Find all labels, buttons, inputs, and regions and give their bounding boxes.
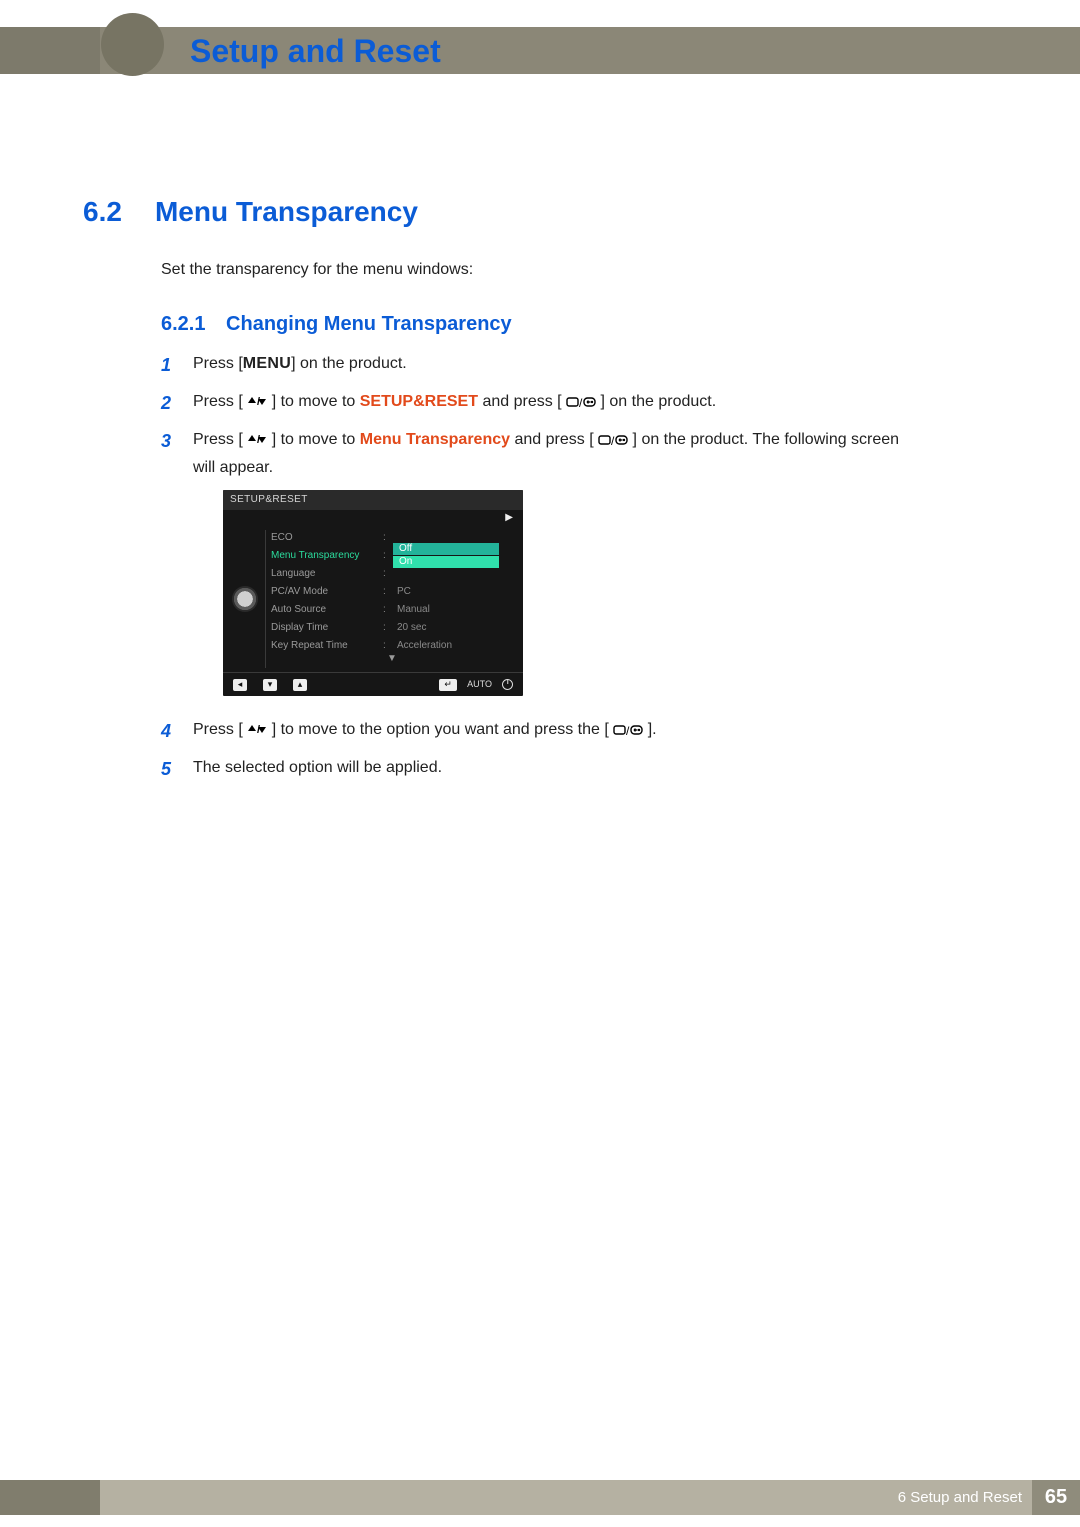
subsection-heading: 6.2.1 Changing Menu Transparency <box>161 313 512 336</box>
up-down-arrows-icon: / <box>247 391 267 416</box>
svg-text:/: / <box>257 396 260 407</box>
osd-option-on: On <box>393 556 499 568</box>
osd-value: PC <box>391 584 411 600</box>
step-3: 3 Press [ / ] to move to Menu Transparen… <box>161 428 921 709</box>
svg-text:/: / <box>626 724 630 737</box>
osd-label: ECO <box>271 530 383 546</box>
osd-row-keyrepeat: Key Repeat Time : Acceleration <box>271 636 513 654</box>
step-text: Press [MENU] on the product. <box>193 352 921 377</box>
step-number: 3 <box>161 428 175 456</box>
chapter-circle-icon <box>101 13 164 76</box>
osd-select-popup: Off On <box>393 543 499 568</box>
svg-text:/: / <box>257 724 260 735</box>
footer-auto-label: AUTO <box>467 678 492 692</box>
step-text: Press [ / ] to move to the option you wa… <box>193 718 921 746</box>
footer-up-icon: ▴ <box>293 679 307 691</box>
step-1: 1 Press [MENU] on the product. <box>161 352 921 380</box>
osd-row-displaytime: Display Time : 20 sec <box>271 618 513 636</box>
osd-body: ECO : Menu Transparency : Off On <box>223 526 523 672</box>
header-band-left <box>0 27 100 74</box>
up-down-arrows-icon: / <box>247 429 267 454</box>
osd-label: Language <box>271 566 383 582</box>
svg-text:/: / <box>257 434 260 445</box>
osd-option-off: Off <box>393 543 499 555</box>
section-title: Menu Transparency <box>155 196 418 228</box>
svg-text:/: / <box>611 434 615 447</box>
osd-label: Menu Transparency <box>271 548 383 564</box>
osd-label: Auto Source <box>271 602 383 618</box>
osd-figure: SETUP&RESET ▶ ECO : Menu Transparency : <box>223 490 921 696</box>
osd-label: PC/AV Mode <box>271 584 383 600</box>
section-number: 6.2 <box>83 196 122 228</box>
step-2: 2 Press [ / ] to move to SETUP&RESET and… <box>161 390 921 418</box>
subsection-number: 6.2.1 <box>161 313 205 335</box>
osd-label: Display Time <box>271 620 383 636</box>
gear-icon <box>232 586 258 612</box>
step-number: 5 <box>161 756 175 784</box>
menu-button-label: MENU <box>243 355 291 372</box>
chevron-down-icon: ▼ <box>271 654 513 666</box>
footer-block-mid: 6 Setup and Reset <box>100 1480 1032 1515</box>
up-down-arrows-icon: / <box>247 719 267 744</box>
osd-value: 20 sec <box>391 620 426 636</box>
source-enter-icon: / <box>566 393 596 418</box>
step-text: Press [ / ] to move to Menu Transparency… <box>193 428 921 709</box>
step-text: The selected option will be applied. <box>193 756 921 781</box>
footer-down-icon: ▾ <box>263 679 277 691</box>
subsection-title: Changing Menu Transparency <box>226 313 512 335</box>
steps-list: 1 Press [MENU] on the product. 2 Press [… <box>161 352 921 794</box>
step-number: 1 <box>161 352 175 380</box>
step-number: 2 <box>161 390 175 418</box>
footer-block-left <box>0 1480 100 1515</box>
footer-chapter: 6 Setup and Reset <box>898 1489 1022 1506</box>
source-enter-icon: / <box>613 721 643 746</box>
page-title: Setup and Reset <box>190 33 441 70</box>
osd-row-autosource: Auto Source : Manual <box>271 600 513 618</box>
osd-label: Key Repeat Time <box>271 638 383 654</box>
osd-panel: SETUP&RESET ▶ ECO : Menu Transparency : <box>223 490 523 696</box>
osd-value: Manual <box>391 602 430 618</box>
svg-text:/: / <box>579 396 583 409</box>
osd-footer: ◂ ▾ ▴ ↵ AUTO <box>223 672 523 696</box>
step-5: 5 The selected option will be applied. <box>161 756 921 784</box>
page-number: 65 <box>1032 1480 1080 1515</box>
page-footer: 6 Setup and Reset 65 <box>0 1480 1080 1515</box>
footer-left-icon: ◂ <box>233 679 247 691</box>
osd-row-pcav: PC/AV Mode : PC <box>271 582 513 600</box>
step-number: 4 <box>161 718 175 746</box>
section-heading: 6.2 Menu Transparency <box>83 196 418 228</box>
osd-separator <box>265 530 266 668</box>
source-enter-icon: / <box>598 431 628 456</box>
step-text: Press [ / ] to move to SETUP&RESET and p… <box>193 390 921 418</box>
osd-value: Acceleration <box>391 638 452 654</box>
step-4: 4 Press [ / ] to move to the option you … <box>161 718 921 746</box>
osd-row-menu-transparency: Menu Transparency : Off On <box>271 546 513 564</box>
dest-menu-transparency: Menu Transparency <box>360 431 510 448</box>
footer-enter-icon: ↵ <box>439 679 457 691</box>
osd-arrow-right: ▶ <box>223 510 523 526</box>
power-icon <box>502 679 513 690</box>
dest-setup-reset: SETUP&RESET <box>360 393 478 410</box>
section-intro: Set the transparency for the menu window… <box>161 261 473 279</box>
osd-title: SETUP&RESET <box>223 490 523 510</box>
